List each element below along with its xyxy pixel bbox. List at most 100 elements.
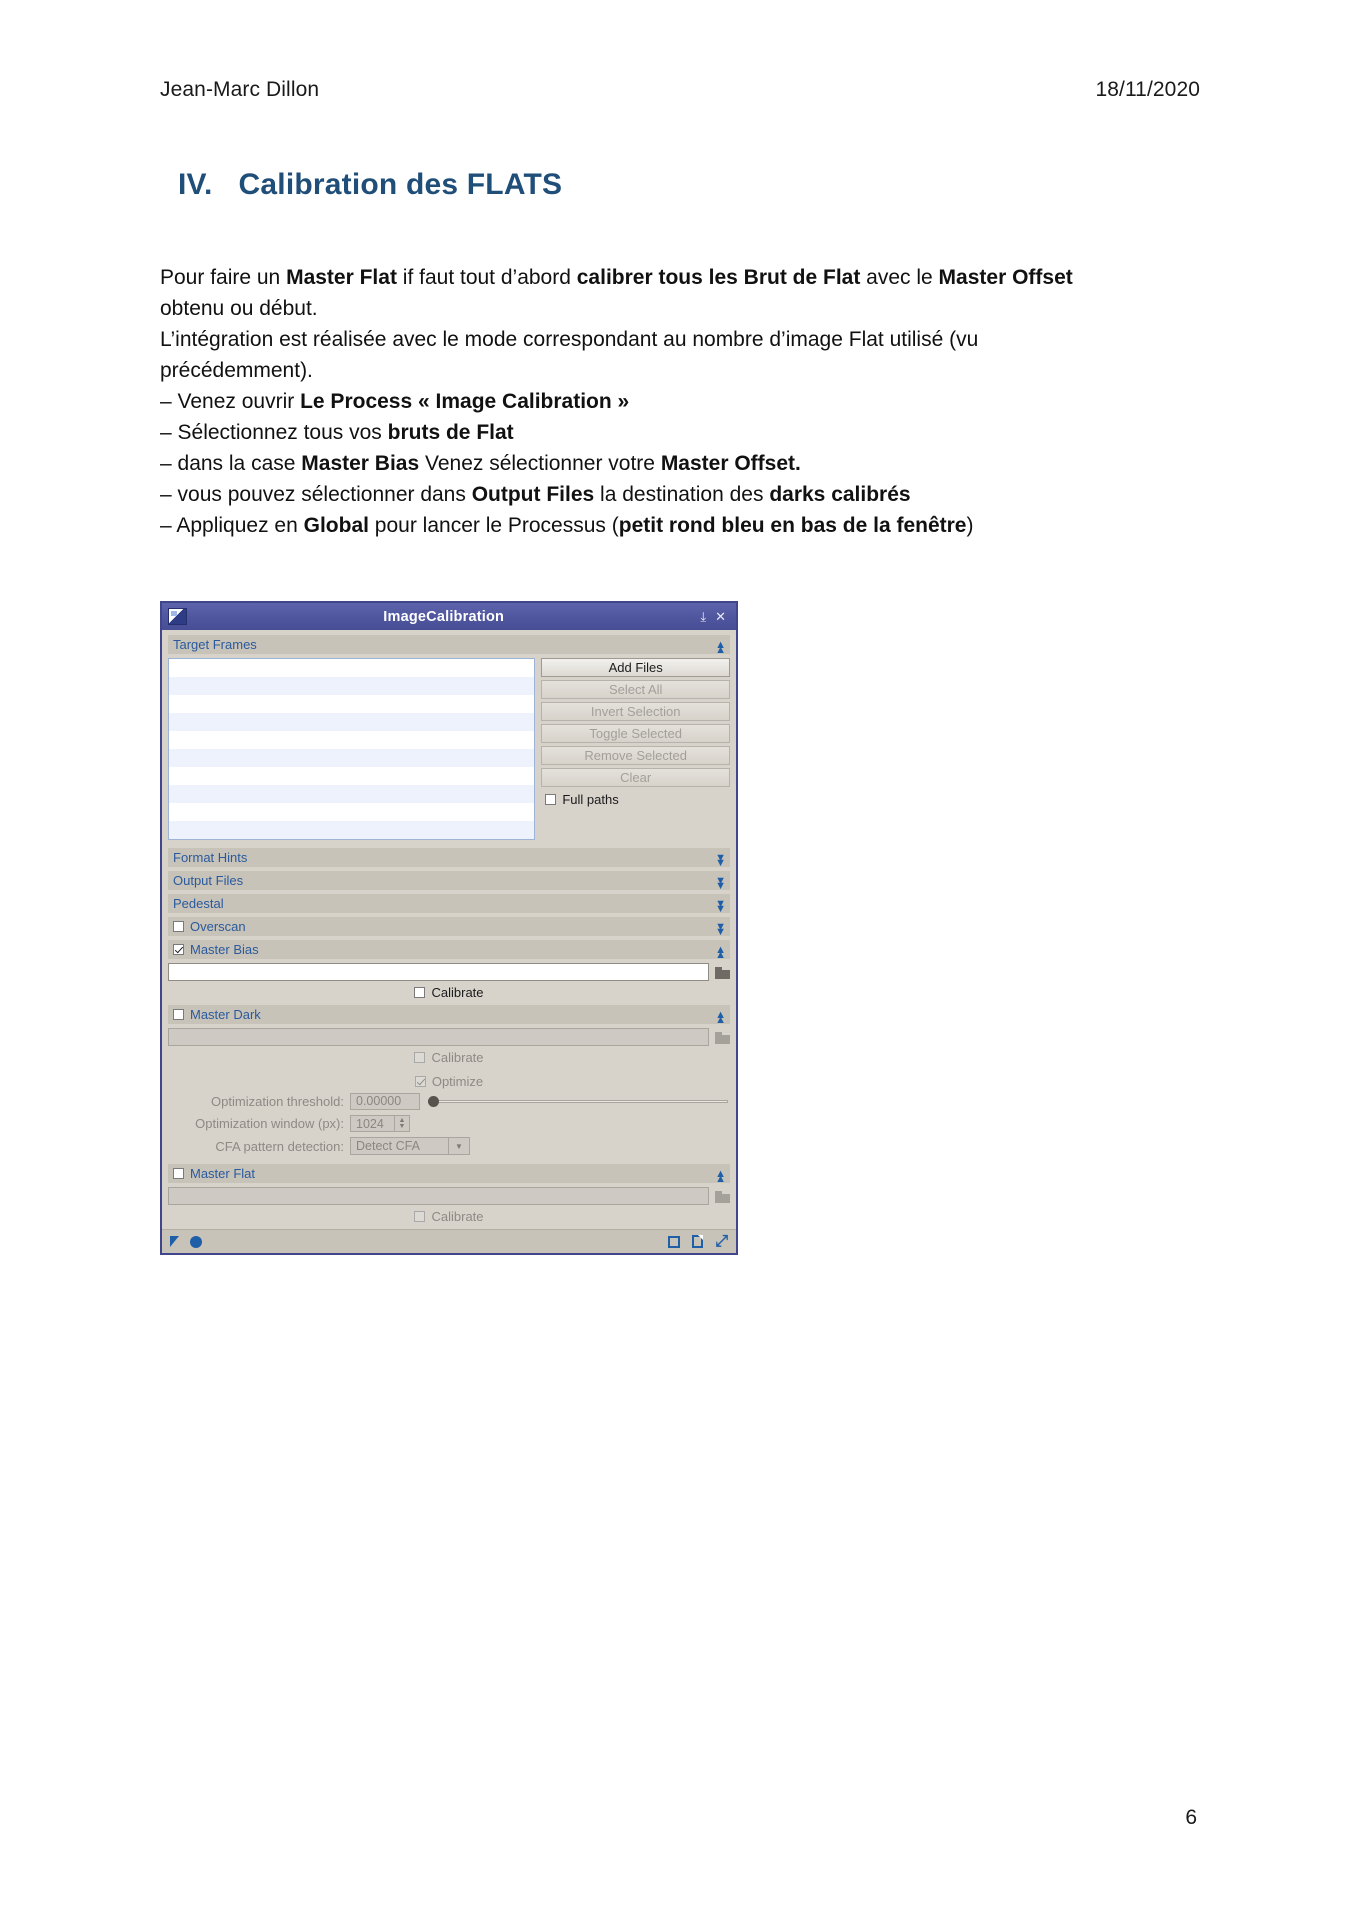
target-frames-list[interactable]: [168, 658, 536, 840]
master-dark-calibrate-row[interactable]: Calibrate: [168, 1050, 730, 1065]
li3-bold-master-bias: Master Bias: [301, 452, 420, 475]
master-flat-calibrate-checkbox[interactable]: [414, 1211, 426, 1222]
li4-text-c: la destination des: [594, 483, 770, 506]
window-title: ImageCalibration: [383, 608, 505, 625]
invert-selection-button[interactable]: Invert Selection: [541, 702, 730, 721]
section-header-output-files[interactable]: Output Files ▼ ▼: [168, 871, 730, 891]
overscan-checkbox[interactable]: [173, 921, 184, 932]
optimization-window-stepper[interactable]: 1024 ▲ ▼: [350, 1115, 410, 1132]
clear-button[interactable]: Clear: [541, 768, 730, 787]
chevron-down-icon[interactable]: ▼ ▼: [715, 921, 726, 937]
apply-arrow-icon[interactable]: [170, 1236, 179, 1247]
master-bias-path-input[interactable]: [168, 963, 709, 981]
folder-icon[interactable]: [715, 1031, 730, 1044]
li5-text-e: ): [966, 514, 974, 537]
chevron-up-icon[interactable]: ▲ ▲: [715, 1009, 726, 1025]
section-label-master-flat: Master Flat: [190, 1166, 256, 1181]
window-body: Target Frames ▲ ▲ Add Files Select All I…: [162, 630, 736, 1224]
list-item[interactable]: [169, 731, 535, 749]
select-all-button[interactable]: Select All: [541, 680, 730, 699]
chevron-down-icon[interactable]: ▼ ▼: [715, 875, 726, 891]
optimize-checkbox[interactable]: [414, 1076, 426, 1087]
folder-icon[interactable]: [715, 966, 730, 979]
section-label-target-frames: Target Frames: [173, 637, 257, 652]
stepper-arrows-icon[interactable]: ▲ ▼: [394, 1116, 409, 1131]
chevron-up-icon[interactable]: ▲ ▲: [715, 639, 726, 655]
section-header-target-frames[interactable]: Target Frames ▲ ▲: [168, 635, 730, 655]
optimization-threshold-slider[interactable]: [428, 1093, 728, 1110]
heading-text: Calibration des FLATS: [238, 168, 563, 201]
full-paths-checkbox-row[interactable]: Full paths: [541, 792, 730, 807]
image-calibration-window: ImageCalibration ⤓ ✕ Target Frames ▲ ▲ A…: [160, 601, 738, 1255]
li1-bold-process: Le Process « Image Calibration »: [300, 390, 630, 413]
list-item[interactable]: [169, 785, 535, 803]
cfa-pattern-select[interactable]: Detect CFA ▼: [350, 1137, 470, 1155]
apply-global-circle-icon[interactable]: [190, 1235, 202, 1248]
master-flat-calibrate-row[interactable]: Calibrate: [168, 1209, 730, 1224]
li2-bold-bruts: bruts de Flat: [387, 421, 514, 444]
master-bias-calibrate-label: Calibrate: [431, 985, 484, 1000]
paragraph-1: Pour faire un Master Flat if faut tout d…: [160, 262, 1090, 324]
chevron-down-icon[interactable]: ▼ ▼: [715, 898, 726, 914]
section-header-overscan[interactable]: Overscan ▼ ▼: [168, 917, 730, 937]
section-header-master-bias[interactable]: Master Bias ▲ ▲: [168, 940, 730, 960]
list-item[interactable]: [169, 659, 535, 677]
optimize-row[interactable]: Optimize: [168, 1074, 730, 1089]
reset-icon[interactable]: ⤢: [715, 1233, 728, 1250]
p1-bold-master-flat: Master Flat: [286, 266, 397, 289]
li3-text-a: – dans la case: [160, 452, 302, 475]
remove-selected-button[interactable]: Remove Selected: [541, 746, 730, 765]
window-titlebar[interactable]: ImageCalibration ⤓ ✕: [162, 603, 736, 630]
browse-documentation-icon[interactable]: [692, 1235, 704, 1248]
chevron-up-icon[interactable]: ▲ ▲: [715, 1168, 726, 1184]
optimization-threshold-row: Optimization threshold: 0.00000: [168, 1093, 730, 1110]
p1-text-a: Pour faire un: [160, 266, 287, 289]
list-item[interactable]: [169, 803, 535, 821]
master-bias-path-row: [168, 963, 730, 981]
master-bias-calibrate-row[interactable]: Calibrate: [168, 985, 730, 1000]
new-instance-square-icon[interactable]: [668, 1235, 681, 1248]
li5-bold-global: Global: [303, 514, 369, 537]
list-item[interactable]: [169, 713, 535, 731]
folder-icon[interactable]: [715, 1190, 730, 1203]
section-header-pedestal[interactable]: Pedestal ▼ ▼: [168, 894, 730, 914]
master-dark-calibrate-checkbox[interactable]: [414, 1052, 426, 1063]
document-header: Jean-Marc Dillon 18/11/2020: [160, 78, 1200, 102]
cfa-pattern-value: Detect CFA: [356, 1139, 420, 1153]
slider-track: [428, 1100, 728, 1103]
close-icon[interactable]: ✕: [715, 610, 726, 623]
master-bias-calibrate-checkbox[interactable]: [414, 987, 426, 998]
chevron-down-icon[interactable]: ▼: [448, 1138, 469, 1154]
list-item[interactable]: [169, 821, 535, 839]
list-item[interactable]: [169, 767, 535, 785]
list-item[interactable]: [169, 677, 535, 695]
chevron-down-icon[interactable]: ▼ ▼: [715, 852, 726, 868]
cfa-pattern-row: CFA pattern detection: Detect CFA ▼: [168, 1137, 730, 1155]
master-dark-path-input[interactable]: [168, 1028, 709, 1046]
pin-icon[interactable]: ⤓: [700, 610, 706, 623]
optimization-window-row: Optimization window (px): 1024 ▲ ▼: [168, 1115, 730, 1132]
add-files-button[interactable]: Add Files: [541, 658, 730, 677]
slider-knob[interactable]: [428, 1096, 439, 1107]
optimization-threshold-input[interactable]: 0.00000: [350, 1093, 420, 1110]
chevron-up-icon[interactable]: ▲ ▲: [715, 944, 726, 960]
master-bias-checkbox[interactable]: [173, 944, 184, 955]
master-dark-calibrate-label: Calibrate: [431, 1050, 484, 1065]
p1-text-d: avec le: [860, 266, 939, 289]
target-frames-buttons: Add Files Select All Invert Selection To…: [541, 658, 730, 807]
master-dark-checkbox[interactable]: [173, 1009, 184, 1020]
section-header-master-dark[interactable]: Master Dark ▲ ▲: [168, 1005, 730, 1025]
section-header-format-hints[interactable]: Format Hints ▼ ▼: [168, 848, 730, 868]
list-item-5: – Appliquez en Global pour lancer le Pro…: [160, 510, 1090, 541]
list-item[interactable]: [169, 695, 535, 713]
toggle-selected-button[interactable]: Toggle Selected: [541, 724, 730, 743]
p1-text-e: obtenu ou début.: [160, 297, 318, 320]
p1-text-c: if faut tout d’abord: [396, 266, 577, 289]
full-paths-checkbox[interactable]: [545, 794, 557, 805]
master-flat-checkbox[interactable]: [173, 1168, 184, 1179]
list-item-1: – Venez ouvrir Le Process « Image Calibr…: [160, 386, 1090, 417]
master-flat-path-input[interactable]: [168, 1187, 709, 1205]
section-header-master-flat[interactable]: Master Flat ▲ ▲: [168, 1164, 730, 1184]
list-item[interactable]: [169, 749, 535, 767]
